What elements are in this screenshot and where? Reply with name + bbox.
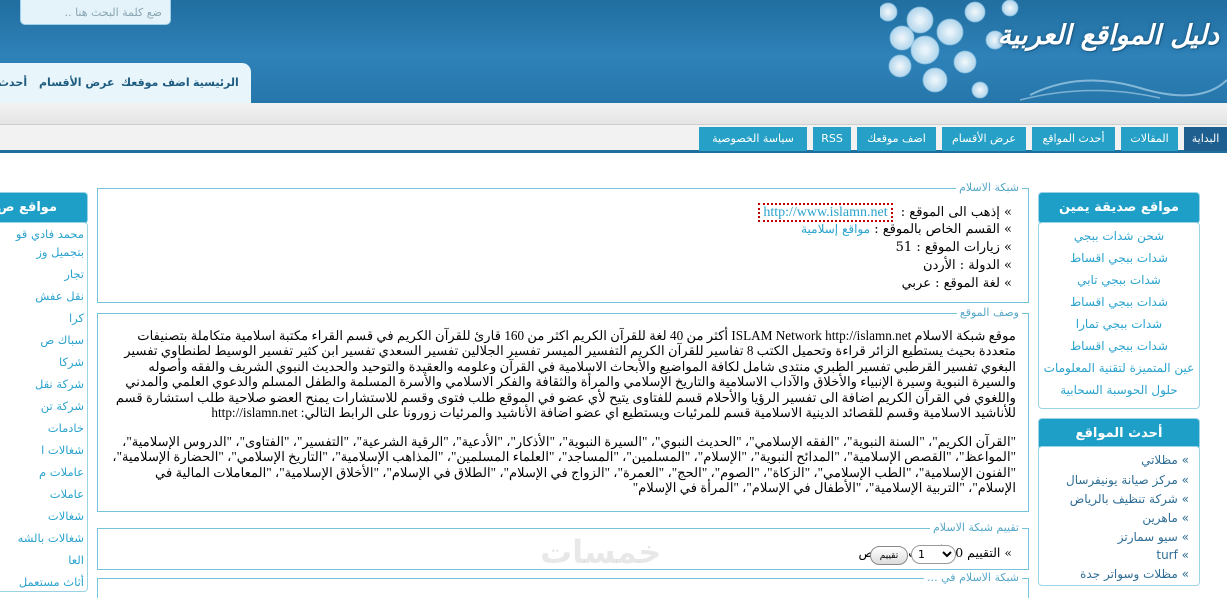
top-nav-latest[interactable]: أحدث bbox=[0, 76, 27, 89]
rating-panel: تقييم شبكة الاسلام » التقييم 0 الأصوات 0… bbox=[97, 521, 1029, 570]
language-value: عربي bbox=[901, 276, 931, 291]
flower-decoration-icon bbox=[880, 0, 1227, 101]
site-info-panel: شبكة الاسلام » إذهب الى الموقع : http://… bbox=[97, 181, 1029, 303]
visits-value: 51 bbox=[895, 240, 913, 255]
search-input[interactable] bbox=[20, 0, 171, 25]
friend-link[interactable]: شدات ببجي تمارا bbox=[1039, 317, 1199, 331]
left-friend-link[interactable]: عاملات م bbox=[39, 465, 84, 479]
left-friend-link[interactable]: شغالات bbox=[48, 509, 84, 523]
tab-rss[interactable]: RSS bbox=[813, 127, 851, 151]
left-friend-link[interactable]: محمد فادي قو bbox=[16, 227, 84, 241]
friend-link[interactable]: عين المتميزة لتقنية المعلومات bbox=[1039, 361, 1199, 375]
friend-link[interactable]: حلول الحوسبة السحابية bbox=[1039, 383, 1199, 397]
left-friend-link[interactable]: سباك ص bbox=[40, 333, 84, 347]
tab-home[interactable]: البداية bbox=[1184, 127, 1227, 151]
left-friend-link[interactable]: نقل عفش bbox=[35, 289, 84, 303]
left-friend-link[interactable]: كرا bbox=[69, 311, 84, 325]
latest-site-link[interactable]: » سيو سمارتز bbox=[1118, 530, 1189, 544]
tab-bar: البداية المقالات أحدث المواقع عرض الأقسا… bbox=[0, 125, 1227, 153]
tab-latest-sites[interactable]: أحدث المواقع bbox=[1032, 127, 1115, 151]
left-friend-link[interactable]: أثاث مستعمل bbox=[19, 575, 84, 589]
tab-articles[interactable]: المقالات bbox=[1121, 127, 1178, 151]
sub-bar bbox=[0, 103, 1227, 125]
country-value: الأردن bbox=[923, 258, 956, 273]
tab-privacy[interactable]: سياسة الخصوصية bbox=[699, 127, 807, 151]
left-friend-link[interactable]: شركا bbox=[59, 355, 84, 369]
country-line: » الدولة : الأردن bbox=[923, 258, 1012, 273]
left-friend-link[interactable]: عاملات bbox=[50, 487, 84, 501]
left-friend-link[interactable]: بتجميل وز bbox=[36, 245, 84, 259]
description-panel: وصف الموقع موقع شبكة الاسلام ISLAM Netwo… bbox=[97, 306, 1029, 512]
latest-site-link[interactable]: » turf bbox=[1156, 548, 1189, 562]
rating-submit-button[interactable]: تقييم bbox=[870, 546, 908, 565]
left-friend-link[interactable]: شركة تن bbox=[41, 399, 84, 413]
top-nav: الرئيسية اضف موقعك عرض الأقسام أحدث bbox=[0, 63, 251, 103]
language-label: » لغة الموقع : bbox=[935, 276, 1012, 291]
left-friends-header: مواقع ص bbox=[0, 192, 88, 224]
language-line: » لغة الموقع : عربي bbox=[902, 276, 1012, 291]
site-logo[interactable]: دليل المواقع العربية bbox=[998, 20, 1220, 51]
goto-label: » إذهب الى الموقع : bbox=[900, 205, 1012, 220]
latest-site-link[interactable]: » ماهرين bbox=[1142, 511, 1189, 525]
description-tags: "القرآن الكريم"، "السنة النبوية"، "الفقه… bbox=[112, 434, 1016, 496]
latest-site-link[interactable]: » مركز صيانة يونيفرسال bbox=[1066, 473, 1189, 487]
friend-link[interactable]: شدات ببجي اقساط bbox=[1039, 295, 1199, 309]
left-friends-list: محمد فادي قو بتجميل وز تجار نقل عفش كرا … bbox=[0, 222, 88, 592]
goto-line: » إذهب الى الموقع : http://www.islamn.ne… bbox=[758, 203, 1012, 222]
left-friend-link[interactable]: خادمات bbox=[48, 421, 84, 435]
category-link[interactable]: مواقع إسلامية bbox=[801, 222, 870, 236]
latest-sites-list: » مظلاتي » مركز صيانة يونيفرسال » شركة ت… bbox=[1038, 446, 1200, 586]
category-label: » القسم الخاص بالموقع : bbox=[874, 222, 1012, 237]
left-friend-link[interactable]: شغالات بالشه bbox=[18, 531, 84, 545]
friend-link[interactable]: شدات ببجي اقساط bbox=[1039, 251, 1199, 265]
top-nav-home[interactable]: الرئيسية bbox=[193, 76, 239, 89]
top-nav-categories[interactable]: عرض الأقسام bbox=[39, 76, 115, 89]
rating-select[interactable]: 12345 bbox=[911, 545, 956, 564]
latest-site-link[interactable]: » شركة تنظيف بالرياض bbox=[1070, 492, 1189, 506]
site-info-legend: شبكة الاسلام bbox=[956, 181, 1022, 194]
description-text: موقع شبكة الاسلام ISLAM Network http://i… bbox=[115, 328, 1016, 421]
tab-categories[interactable]: عرض الأقسام bbox=[942, 127, 1026, 151]
country-label: » الدولة : bbox=[959, 258, 1012, 273]
left-friend-link[interactable]: العا bbox=[68, 553, 84, 567]
tab-add-site[interactable]: اضف موقعك bbox=[857, 127, 936, 151]
friend-link[interactable]: شدات ببجي اقساط bbox=[1039, 339, 1199, 353]
friend-link[interactable]: شحن شدات ببجي bbox=[1039, 229, 1199, 243]
next-legend: شبكة الاسلام في ... bbox=[924, 571, 1022, 584]
rating-legend: تقييم شبكة الاسلام bbox=[929, 521, 1022, 534]
left-friend-link[interactable]: تجار bbox=[64, 267, 84, 281]
description-legend: وصف الموقع bbox=[956, 306, 1022, 319]
next-panel: شبكة الاسلام في ... bbox=[97, 571, 1029, 598]
visits-line: » زيارات الموقع : 51 bbox=[896, 240, 1012, 255]
latest-site-link[interactable]: » مظلاتي bbox=[1141, 453, 1189, 467]
left-friend-link[interactable]: شركة نقل bbox=[35, 377, 84, 391]
site-header: دليل المواقع العربية الرئيسية اضف موقعك … bbox=[0, 0, 1227, 103]
category-line: » القسم الخاص بالموقع : مواقع إسلامية bbox=[801, 222, 1012, 237]
visits-label: » زيارات الموقع : bbox=[916, 240, 1012, 255]
left-friend-link[interactable]: شغالات ا bbox=[41, 443, 84, 457]
friend-link[interactable]: شدات ببجي تابي bbox=[1039, 273, 1199, 287]
friends-list: شحن شدات ببجي شدات ببجي اقساط شدات ببجي … bbox=[1038, 222, 1200, 409]
site-url-link[interactable]: http://www.islamn.net bbox=[758, 203, 893, 222]
friends-header: مواقع صديقة يمين bbox=[1038, 192, 1200, 224]
latest-site-link[interactable]: » مظلات وسواتر جدة bbox=[1080, 567, 1189, 581]
top-nav-add-site[interactable]: اضف موقعك bbox=[121, 76, 190, 89]
